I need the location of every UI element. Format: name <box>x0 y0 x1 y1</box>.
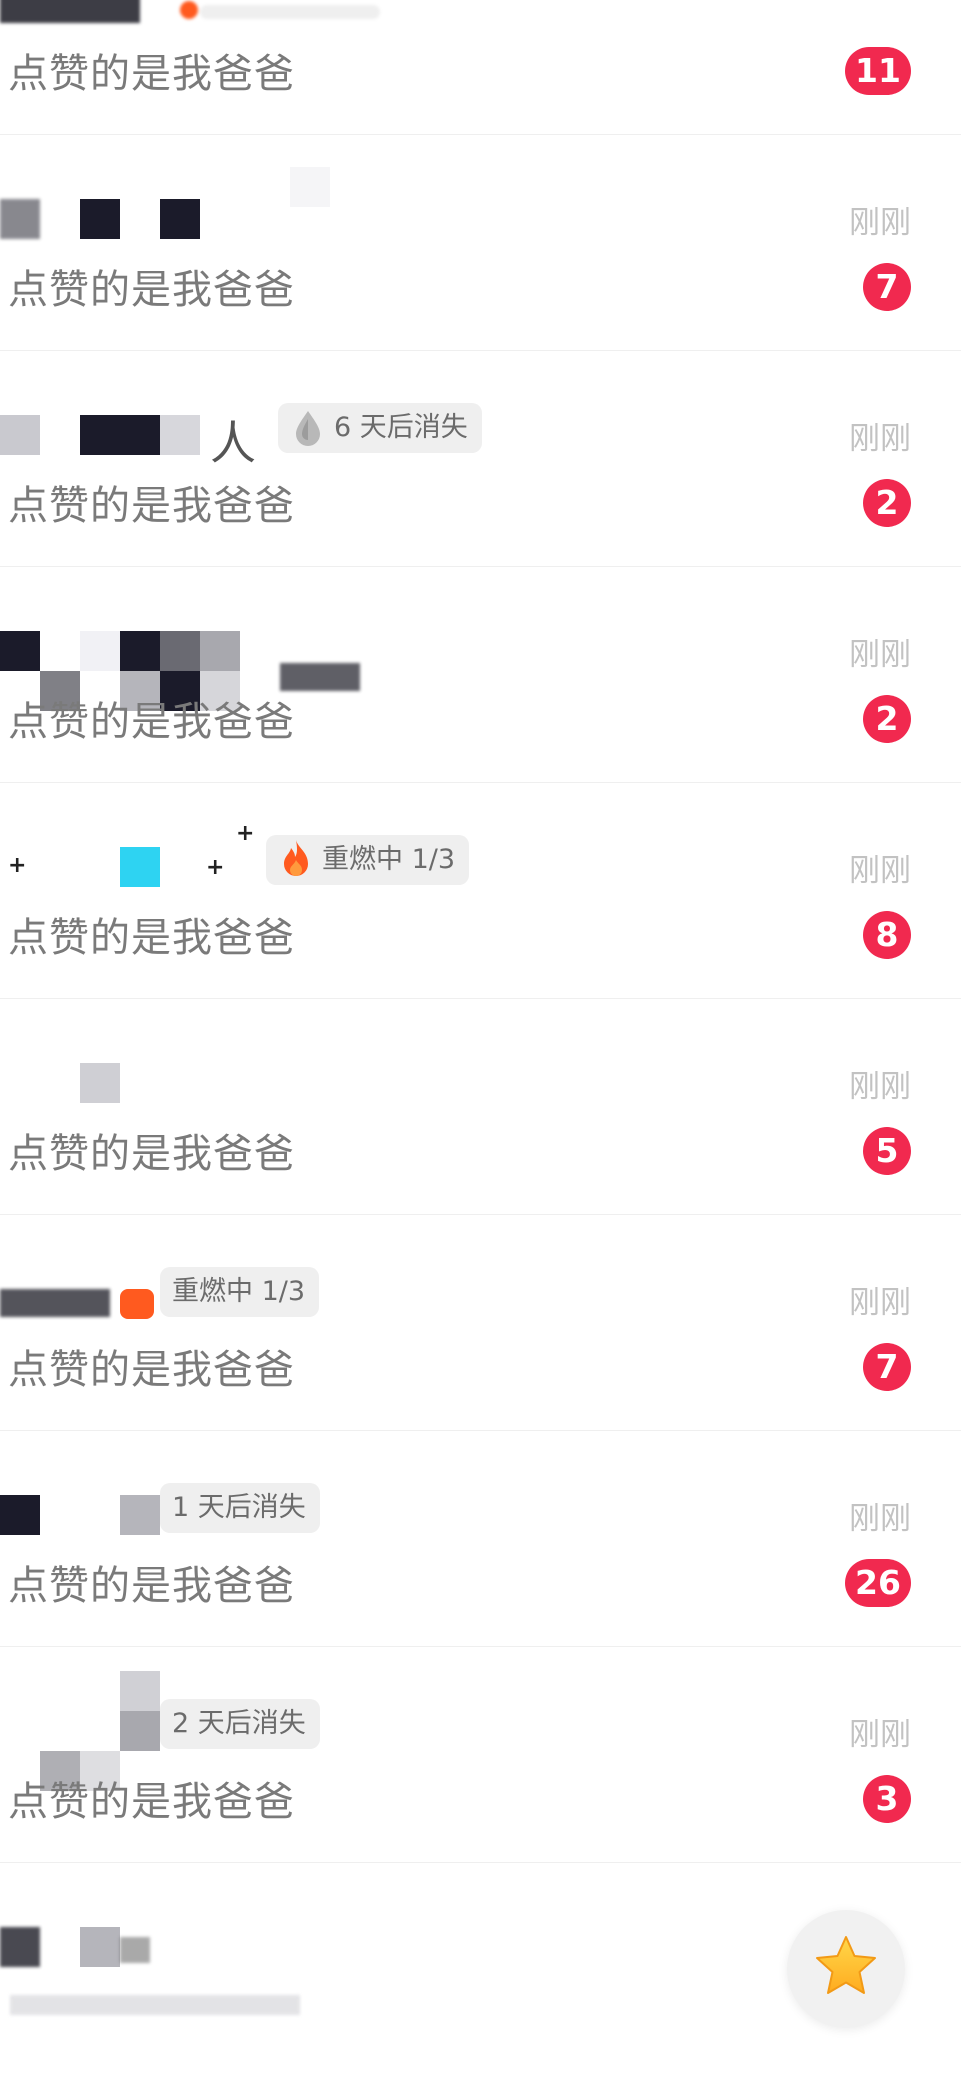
timestamp: 刚刚 <box>849 1069 911 1105</box>
unread-badge: 11 <box>845 47 911 95</box>
sparkle-icon: + <box>8 853 27 878</box>
timestamp: 刚刚 <box>849 205 911 241</box>
unread-badge: 2 <box>863 479 911 527</box>
contact-name-redacted: 2 天后消失 <box>0 1671 520 1791</box>
contact-name-redacted <box>0 619 520 711</box>
status-tag-label: 2 天后消失 <box>172 1708 306 1739</box>
sparkle-icon: + <box>206 855 225 880</box>
conversation-list: 点赞的是我爸爸 11 刚刚 点赞的是我爸爸 7 人 6 天后消失 刚刚 点赞的是… <box>0 0 961 2079</box>
timestamp: 刚刚 <box>849 637 911 673</box>
contact-name-redacted <box>0 1051 520 1107</box>
drop-icon <box>290 408 326 448</box>
conversation-row[interactable]: + + + 重燃中 1/3 刚刚 点赞的是我爸爸 8 <box>0 783 961 999</box>
contact-name-redacted: 重燃中 1/3 <box>0 1267 520 1323</box>
status-tag-label: 重燃中 1/3 <box>172 1276 306 1307</box>
contact-name-redacted: 人 6 天后消失 <box>0 403 520 470</box>
conversation-row[interactable]: 2 天后消失 刚刚 点赞的是我爸爸 3 <box>0 1647 961 1863</box>
last-message: 点赞的是我爸爸 <box>8 1131 295 1177</box>
unread-badge: 26 <box>845 1559 911 1607</box>
contact-name-redacted <box>0 167 520 243</box>
conversation-row[interactable]: 刚刚 点赞的是我爸爸 5 <box>0 999 961 1215</box>
timestamp: 刚刚 <box>849 1501 911 1537</box>
conversation-row[interactable]: 重燃中 1/3 刚刚 点赞的是我爸爸 7 <box>0 1215 961 1431</box>
status-tag-label: 6 天后消失 <box>334 412 468 443</box>
timestamp: 刚刚 <box>849 421 911 457</box>
message-redacted <box>10 1995 300 2015</box>
sparkle-icon: + <box>236 821 255 846</box>
status-tag: 1 天后消失 <box>160 1483 320 1533</box>
contact-name-redacted: 1 天后消失 <box>0 1483 520 1539</box>
timestamp: 刚刚 <box>849 1717 911 1753</box>
unread-badge: 5 <box>863 1127 911 1175</box>
flame-icon <box>278 840 314 880</box>
contact-name-redacted: + + + 重燃中 1/3 <box>0 821 520 891</box>
conversation-row[interactable]: 刚刚 点赞的是我爸爸 2 <box>0 567 961 783</box>
status-tag: 6 天后消失 <box>278 403 482 453</box>
timestamp: 刚刚 <box>849 853 911 889</box>
favorite-fab[interactable] <box>787 1910 905 2028</box>
conversation-row[interactable]: 点赞的是我爸爸 11 <box>0 0 961 135</box>
status-tag: 重燃中 1/3 <box>266 835 470 885</box>
status-tag: 重燃中 1/3 <box>160 1267 320 1317</box>
last-message: 点赞的是我爸爸 <box>8 1779 295 1825</box>
conversation-row[interactable]: 刚刚 点赞的是我爸爸 7 <box>0 135 961 351</box>
status-tag-label: 重燃中 1/3 <box>322 844 456 875</box>
status-tag-label: 1 天后消失 <box>172 1492 306 1523</box>
unread-badge: 3 <box>863 1775 911 1823</box>
conversation-row[interactable]: 人 6 天后消失 刚刚 点赞的是我爸爸 2 <box>0 351 961 567</box>
last-message: 点赞的是我爸爸 <box>8 699 295 745</box>
conversation-row[interactable]: 1 天后消失 刚刚 点赞的是我爸爸 26 <box>0 1431 961 1647</box>
last-message: 点赞的是我爸爸 <box>8 51 295 97</box>
unread-badge: 8 <box>863 911 911 959</box>
unread-badge: 7 <box>863 263 911 311</box>
contact-name-char: 人 <box>210 416 256 470</box>
last-message: 点赞的是我爸爸 <box>8 267 295 313</box>
contact-name-redacted <box>0 0 520 27</box>
status-tag: 2 天后消失 <box>160 1699 320 1749</box>
unread-badge: 2 <box>863 695 911 743</box>
timestamp: 刚刚 <box>849 1285 911 1321</box>
star-icon <box>810 1931 882 2007</box>
last-message: 点赞的是我爸爸 <box>8 1563 295 1609</box>
last-message: 点赞的是我爸爸 <box>8 915 295 961</box>
last-message: 点赞的是我爸爸 <box>8 1347 295 1393</box>
unread-badge: 7 <box>863 1343 911 1391</box>
contact-name-redacted <box>0 1915 520 1971</box>
last-message: 点赞的是我爸爸 <box>8 483 295 529</box>
